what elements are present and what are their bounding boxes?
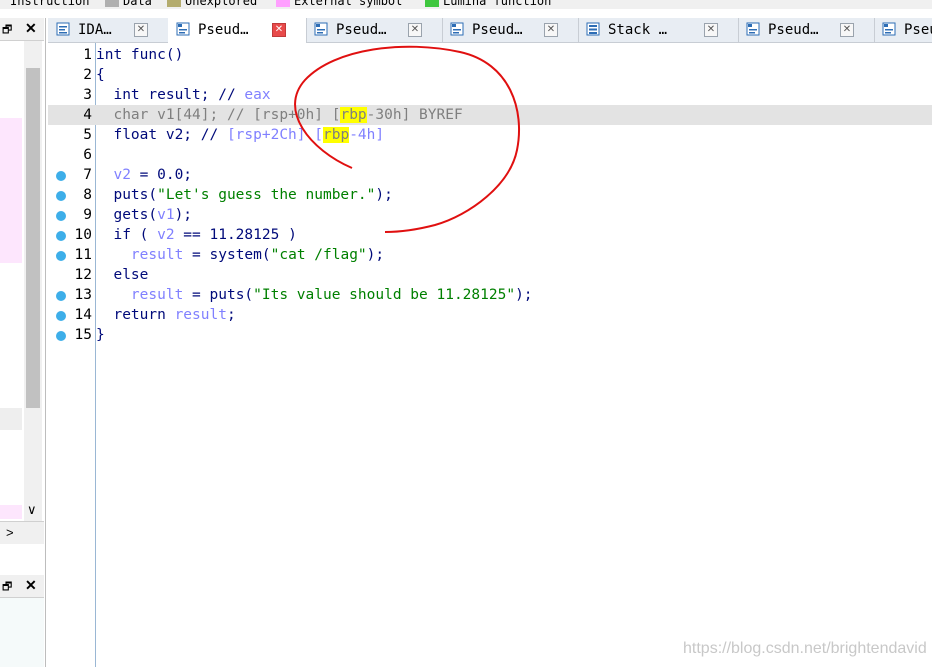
watermark-text: https://blog.csdn.net/brightendavid — [683, 640, 927, 657]
red-circle-annotation — [294, 45, 521, 233]
red-circle-stroke — [294, 45, 521, 233]
